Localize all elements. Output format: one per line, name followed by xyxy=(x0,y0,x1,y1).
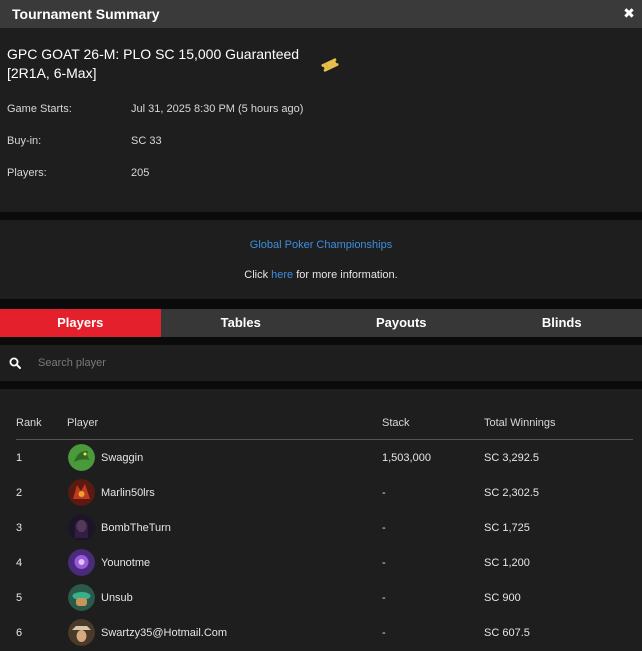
search-player-input[interactable] xyxy=(30,351,630,375)
header-total-winnings: Total Winnings xyxy=(484,417,556,429)
tab-payouts[interactable]: Payouts xyxy=(321,309,482,337)
row-player-name: Younotme xyxy=(101,557,151,569)
table-row[interactable]: 4 Younotme - SC 1,200 xyxy=(16,546,633,581)
row-winnings: SC 900 xyxy=(484,592,521,604)
row-rank: 4 xyxy=(16,557,23,569)
championships-link[interactable]: Global Poker Championships xyxy=(0,239,642,251)
row-rank: 6 xyxy=(16,627,23,639)
tab-bar: Players Tables Payouts Blinds xyxy=(0,309,642,337)
tournament-info-panel: GPC GOAT 26-M: PLO SC 15,000 Guaranteed … xyxy=(0,28,642,212)
avatar xyxy=(68,584,95,611)
row-player-name: Marlin50lrs xyxy=(101,487,155,499)
header-rank: Rank xyxy=(16,417,42,429)
players-count-label: Players: xyxy=(7,167,47,179)
ticket-icon xyxy=(321,58,339,72)
row-stack: - xyxy=(382,627,386,639)
avatar xyxy=(68,619,95,646)
row-rank: 3 xyxy=(16,522,23,534)
row-player-name: Swaggin xyxy=(101,452,144,464)
table-row[interactable]: 2 Marlin50lrs - SC 2,302.5 xyxy=(16,476,633,511)
tab-players[interactable]: Players xyxy=(0,309,161,337)
avatar xyxy=(68,514,95,541)
window-title: Tournament Summary xyxy=(12,6,160,22)
title-bar: Tournament Summary ✖ xyxy=(0,0,642,28)
row-winnings: SC 1,200 xyxy=(484,557,530,569)
buyin-label: Buy-in: xyxy=(7,135,42,147)
header-player: Player xyxy=(67,417,99,429)
players-table: Rank Player Stack Total Winnings 1 Swagg… xyxy=(0,389,642,651)
row-stack: - xyxy=(382,487,386,499)
row-winnings: SC 607.5 xyxy=(484,627,530,639)
more-info-suffix: for more information. xyxy=(293,269,398,281)
row-stack: - xyxy=(382,522,386,534)
table-row[interactable]: 6 Swartzy35@Hotmail.Com - SC 607.5 xyxy=(16,616,633,651)
search-bar xyxy=(0,345,642,381)
row-stack: - xyxy=(382,557,386,569)
avatar xyxy=(68,444,95,471)
avatar xyxy=(68,479,95,506)
avatar xyxy=(68,549,95,576)
table-row[interactable]: 3 BombTheTurn - SC 1,725 xyxy=(16,511,633,546)
row-player-name: Swartzy35@Hotmail.Com xyxy=(101,627,228,639)
row-rank: 2 xyxy=(16,487,23,499)
tab-tables[interactable]: Tables xyxy=(161,309,322,337)
row-stack: - xyxy=(382,592,386,604)
table-row[interactable]: 1 Swaggin 1,503,000 SC 3,292.5 xyxy=(16,441,633,476)
here-link[interactable]: here xyxy=(271,269,293,281)
promo-panel: Global Poker Championships Click here fo… xyxy=(0,220,642,299)
close-icon[interactable]: ✖ xyxy=(622,6,636,20)
players-count-value: 205 xyxy=(131,167,150,179)
row-rank: 5 xyxy=(16,592,23,604)
game-starts-value: Jul 31, 2025 8:30 PM (5 hours ago) xyxy=(131,103,304,115)
game-starts-label: Game Starts: xyxy=(7,103,72,115)
row-player-name: Unsub xyxy=(101,592,133,604)
buyin-value: SC 33 xyxy=(131,135,162,147)
tournament-name-line1: GPC GOAT 26-M: PLO SC 15,000 Guaranteed xyxy=(7,46,300,62)
tournament-name: GPC GOAT 26-M: PLO SC 15,000 Guaranteed … xyxy=(7,45,307,83)
table-row[interactable]: 5 Unsub - SC 900 xyxy=(16,581,633,616)
row-player-name: BombTheTurn xyxy=(101,522,171,534)
row-winnings: SC 3,292.5 xyxy=(484,452,540,464)
tournament-name-line2: [2R1A, 6-Max] xyxy=(7,65,97,81)
more-info-text: Click here for more information. xyxy=(0,269,642,281)
row-rank: 1 xyxy=(16,452,23,464)
search-icon xyxy=(9,357,21,369)
row-winnings: SC 1,725 xyxy=(484,522,530,534)
table-header: Rank Player Stack Total Winnings xyxy=(16,416,633,440)
row-stack: 1,503,000 xyxy=(382,452,431,464)
header-stack: Stack xyxy=(382,417,410,429)
tab-blinds[interactable]: Blinds xyxy=(482,309,642,337)
click-text: Click xyxy=(244,269,272,281)
row-winnings: SC 2,302.5 xyxy=(484,487,540,499)
